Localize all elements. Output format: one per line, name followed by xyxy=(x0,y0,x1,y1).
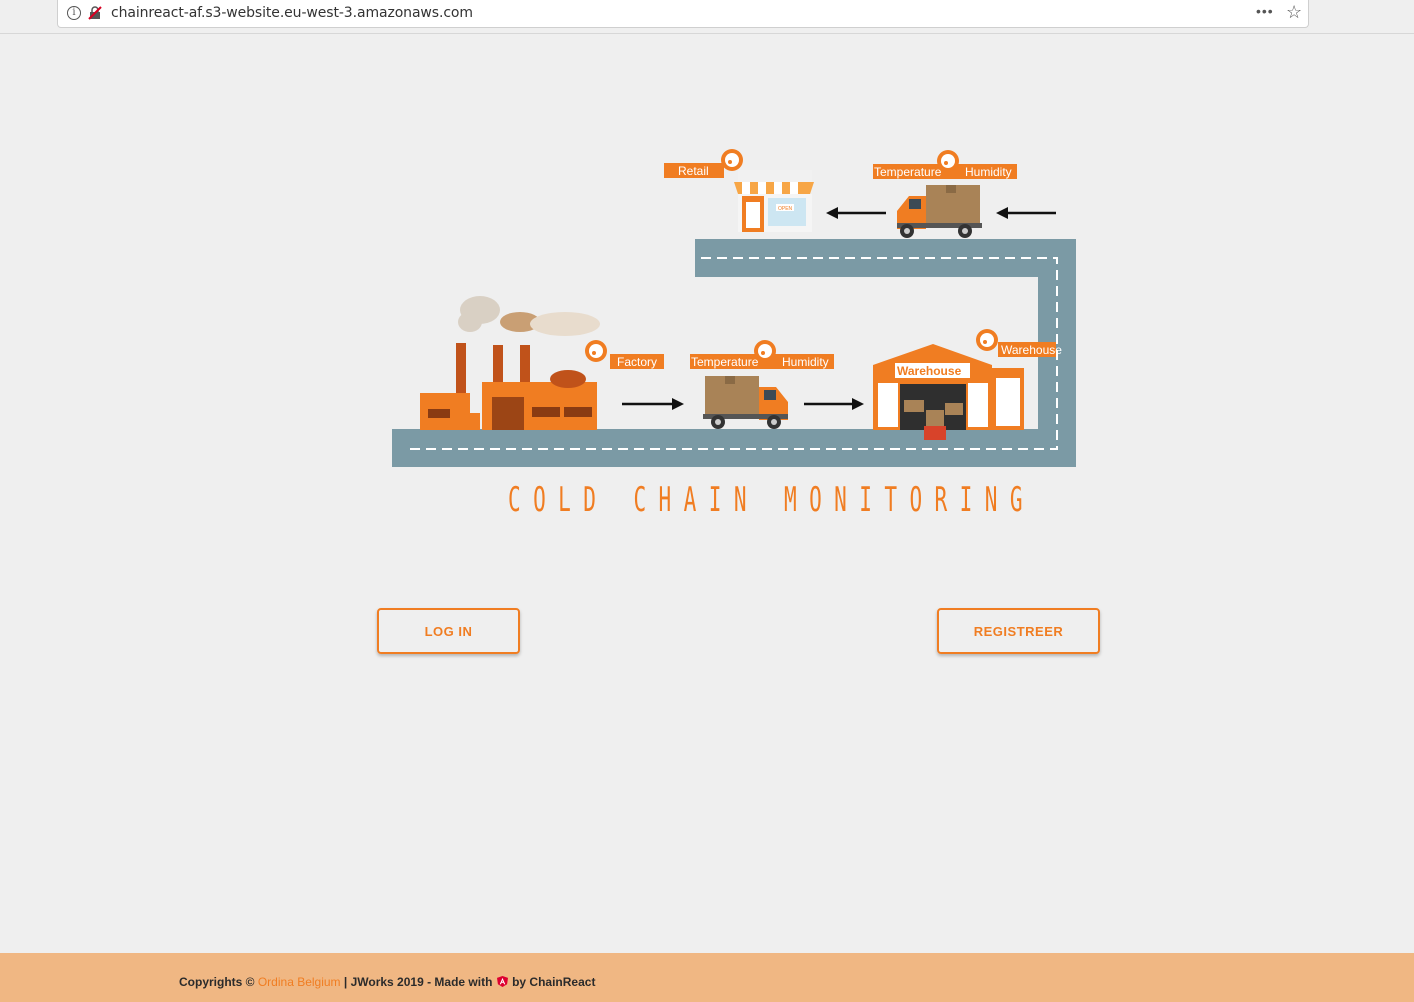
login-button[interactable]: LOG IN xyxy=(377,608,520,654)
url-text[interactable]: chainreact-af.s3-website.eu-west-3.amazo… xyxy=(111,5,473,21)
delivery-truck-bottom xyxy=(703,376,788,429)
warehouse-building: Warehouse xyxy=(873,344,1024,440)
address-bar[interactable]: i chainreact-af.s3-website.eu-west-3.ama… xyxy=(57,0,1309,28)
more-icon[interactable]: ••• xyxy=(1256,3,1274,19)
temperature-label: Temperature xyxy=(691,355,759,369)
temperature-label: Temperature xyxy=(874,165,942,179)
warehouse-sign: Warehouse xyxy=(897,364,962,378)
bookmark-star-icon[interactable]: ☆ xyxy=(1286,2,1302,23)
open-sign: OPEN xyxy=(778,206,793,212)
delivery-truck-top xyxy=(897,185,982,238)
retail-label: Retail xyxy=(678,164,709,178)
insecure-lock-icon[interactable] xyxy=(88,6,102,20)
warehouse-label: Warehouse xyxy=(1001,343,1062,357)
footer-credits: | JWorks 2019 - Made with xyxy=(340,975,496,989)
footer-text: Copyrights © Ordina Belgium | JWorks 201… xyxy=(179,975,595,989)
humidity-label: Humidity xyxy=(965,165,1012,179)
register-button[interactable]: REGISTREER xyxy=(937,608,1100,654)
retail-shop: OPEN xyxy=(734,170,814,232)
sensor-tag-bottom: Temperature Humidity xyxy=(690,340,834,369)
factory-tag: Factory xyxy=(585,340,664,369)
sensor-tag-top: Temperature Humidity xyxy=(873,150,1017,179)
humidity-label: Humidity xyxy=(782,355,829,369)
factory-building xyxy=(420,296,600,430)
footer-company-link[interactable]: Ordina Belgium xyxy=(258,975,341,989)
browser-toolbar: i chainreact-af.s3-website.eu-west-3.ama… xyxy=(0,0,1414,34)
footer: Copyrights © Ordina Belgium | JWorks 201… xyxy=(0,953,1414,1002)
footer-made-by: by ChainReact xyxy=(508,975,596,989)
app-title: COLD CHAIN MONITORING xyxy=(508,480,1035,520)
angular-icon xyxy=(496,976,508,987)
info-icon[interactable]: i xyxy=(67,6,81,20)
footer-copyright: Copyrights © xyxy=(179,975,258,989)
cold-chain-illustration: Factory Temperature Humidity Warehouse W… xyxy=(392,149,1076,467)
factory-label: Factory xyxy=(617,355,657,369)
retail-tag: Retail xyxy=(664,149,743,178)
